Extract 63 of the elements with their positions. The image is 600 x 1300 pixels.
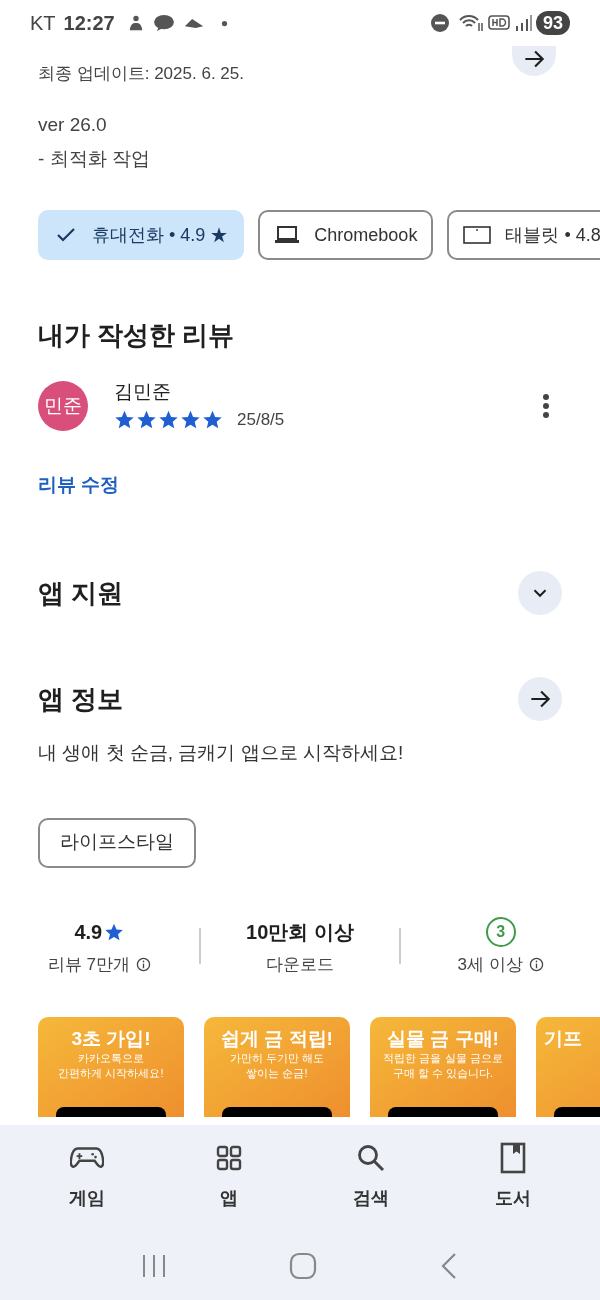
nav-tab[interactable]: 도서 <box>468 1141 558 1212</box>
forward-arrow-button[interactable] <box>518 677 562 721</box>
star-icon <box>114 409 135 431</box>
notification-dot-icon <box>220 19 228 27</box>
chat-bubble-icon <box>152 14 175 32</box>
stat-label: 리뷰 7만개 <box>47 953 130 976</box>
clock-time: 12:27 <box>63 11 115 36</box>
screenshot-caption: 구매 할 수 있습니다. <box>392 1066 494 1081</box>
book-icon <box>500 1142 526 1174</box>
category-chip[interactable]: 라이프스타일 <box>38 817 196 868</box>
info-icon[interactable] <box>135 956 151 972</box>
wifi-icon <box>457 13 484 33</box>
nav-tab[interactable]: 검색 <box>326 1141 416 1212</box>
nav-tab[interactable]: 게임 <box>42 1141 132 1212</box>
screenshot-title: 3초 가입! <box>71 1027 151 1051</box>
screenshot-caption: 적립한 금을 실물 금으로 <box>383 1051 503 1066</box>
stat-value: 10만회 이상 <box>246 919 354 945</box>
screenshot-caption: 가만히 두기만 해도 <box>229 1051 325 1066</box>
star-icon <box>180 409 201 431</box>
back-icon[interactable] <box>439 1252 459 1280</box>
user-avatar: 민준 <box>38 380 88 431</box>
rating-badge: 3 <box>485 916 516 947</box>
recent-apps-icon[interactable] <box>141 1253 167 1279</box>
stat-label: 3세 이상 <box>457 953 523 976</box>
star-icon <box>202 409 223 431</box>
device-filter-chip[interactable]: 휴대전화 • 4.9 ★ <box>38 210 245 260</box>
more-options-icon[interactable] <box>542 392 550 419</box>
review-date: 25/8/5 <box>237 409 285 431</box>
reviewer-name: 김민준 <box>114 380 172 404</box>
edit-review-link[interactable]: 리뷰 수정 <box>38 470 120 499</box>
screenshot-caption: 쌓이는 순금! <box>246 1066 308 1081</box>
star-icon <box>136 409 157 431</box>
tablet-icon <box>463 225 492 245</box>
section-heading: 앱 정보 <box>38 682 124 716</box>
section-heading: 내가 작성한 리뷰 <box>38 319 236 352</box>
star-icon <box>158 409 179 431</box>
home-icon[interactable] <box>289 1252 317 1280</box>
forward-arrow-button[interactable] <box>512 46 556 76</box>
update-date: 최종 업데이트: 2025. 6. 25. <box>38 63 245 85</box>
info-icon[interactable] <box>528 956 544 972</box>
screenshot-title: 기프 <box>544 1027 582 1051</box>
battery-level: 93 <box>535 11 570 35</box>
hd-voice-icon <box>487 14 510 32</box>
gamepad-icon <box>70 1145 104 1171</box>
screenshot-caption: 카카오톡으로 <box>78 1051 144 1066</box>
laptop-icon <box>274 224 301 246</box>
stat-value: 4.9 <box>74 919 103 945</box>
nav-tab[interactable]: 앱 <box>184 1141 274 1212</box>
app-description: 내 생애 첫 순금, 금캐기 앱으로 시작하세요! <box>38 741 405 765</box>
carrier-name: KT <box>30 11 56 36</box>
device-filter-chip[interactable]: Chromebook <box>258 210 434 260</box>
stat-label: 다운로드 <box>266 953 334 976</box>
screenshot-title: 쉽게 금 적립! <box>221 1027 333 1051</box>
device-filter-chip[interactable]: 태블릿 • 4.8 <box>447 210 600 260</box>
release-note-line: ver 26.0 <box>38 113 108 137</box>
search-icon <box>356 1143 386 1173</box>
signal-icon <box>513 14 532 32</box>
do-not-disturb-icon <box>429 13 450 33</box>
section-heading: 앱 지원 <box>38 576 124 610</box>
release-note-line: - 최적화 작업 <box>38 147 151 171</box>
screenshot-caption: 간편하게 시작하세요! <box>58 1066 164 1081</box>
apps-grid-icon <box>216 1145 242 1171</box>
screenshot-title: 실물 금 구매! <box>387 1027 499 1051</box>
